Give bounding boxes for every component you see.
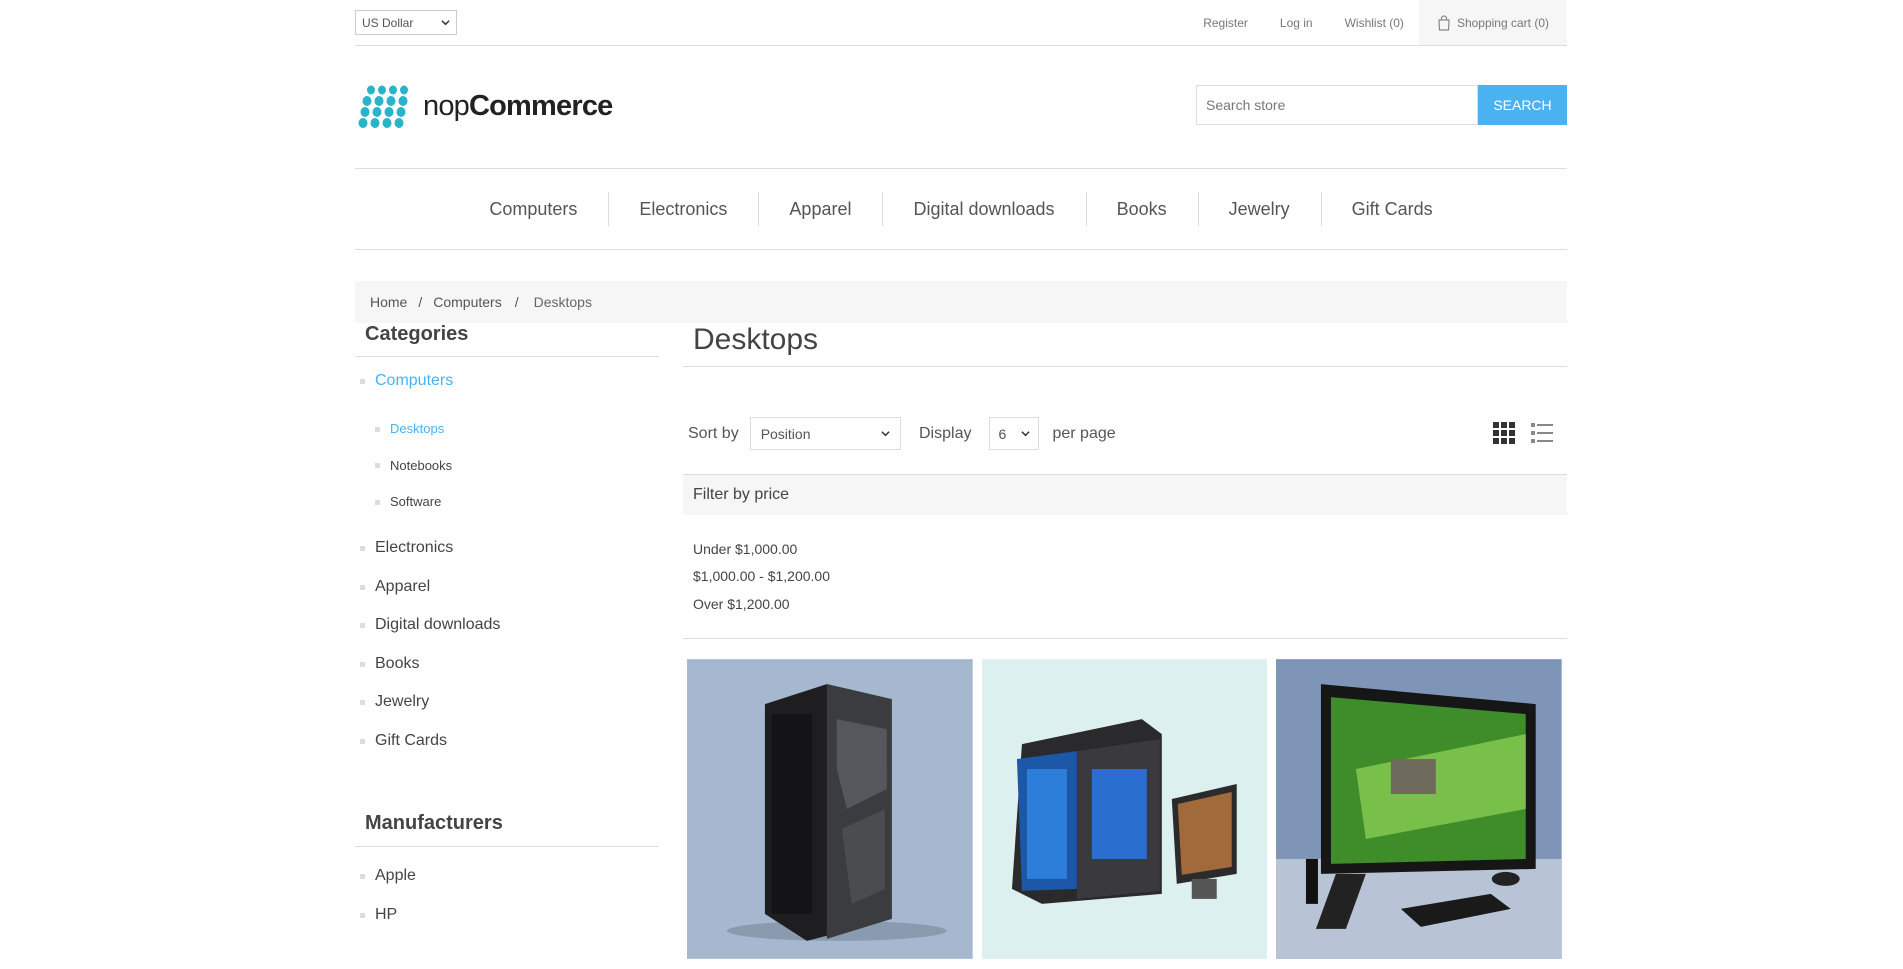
chevron-down-icon (1021, 431, 1031, 437)
header: nopCommerce Search store Search (355, 46, 1567, 168)
sort-by-value: Position (760, 425, 811, 442)
price-range-item[interactable]: Over $1,200.00 (693, 590, 1557, 618)
page-size-select[interactable]: 6 (989, 417, 1040, 450)
manufacturers-title: Manufacturers (355, 760, 659, 847)
manufacturers-list: Apple HP (355, 847, 659, 934)
manufacturer-item-apple[interactable]: Apple (355, 857, 659, 896)
server-tower-image (687, 658, 973, 959)
product-image[interactable] (1276, 658, 1563, 959)
price-range-item[interactable]: Under $1,000.00 (693, 535, 1557, 563)
page-title: Desktops (683, 323, 1567, 367)
menu-item-electronics[interactable]: Electronics (608, 191, 758, 226)
categories-list: Computers (355, 357, 659, 401)
logo-text: nopCommerce (423, 90, 613, 123)
sort-by-control: Sort by Position (688, 417, 901, 450)
categories-title: Categories (355, 323, 659, 357)
shopping-bag-icon (1438, 14, 1450, 31)
per-page-label: per page (1052, 424, 1116, 442)
logo-text-bold: Commerce (469, 89, 613, 122)
category-item-electronics[interactable]: Electronics (355, 529, 659, 568)
gaming-desktop-image (981, 658, 1268, 959)
category-item-books[interactable]: Books (355, 645, 659, 684)
category-item-gift-cards[interactable]: Gift Cards (355, 722, 659, 761)
menu-item-computers[interactable]: Computers (458, 199, 608, 220)
manufacturer-item-hp[interactable]: HP (355, 896, 659, 935)
logo-text-light: nop (423, 89, 470, 122)
menu-item-books[interactable]: Books (1085, 191, 1198, 226)
menu-item-gift-cards[interactable]: Gift Cards (1320, 191, 1464, 226)
product-grid (683, 639, 1567, 959)
login-link[interactable]: Log in (1280, 16, 1313, 30)
price-range-item[interactable]: $1,000.00 - $1,200.00 (693, 563, 1557, 591)
all-in-one-pc-image (1276, 658, 1563, 959)
category-item-digital-downloads[interactable]: Digital downloads (355, 606, 659, 645)
product-image[interactable] (687, 658, 973, 959)
category-item-computers[interactable]: Computers (355, 362, 659, 401)
display-label: Display (919, 424, 972, 442)
register-link[interactable]: Register (1203, 16, 1248, 30)
product-selectors: Sort by Position Display 6 per page (683, 367, 1567, 474)
price-range-list: Under $1,000.00 $1,000.00 - $1,200.00 Ov… (683, 515, 1567, 639)
main-content: Desktops Sort by Position Display 6 per … (683, 323, 1567, 959)
list-view-icon[interactable] (1531, 422, 1553, 444)
breadcrumb: Home / Computers / Desktops (355, 281, 1567, 323)
page-size-control: Display 6 per page (919, 417, 1116, 450)
top-menu: Computers Electronics Apparel Digital do… (355, 168, 1567, 250)
categories-list-rest: Electronics Apparel Digital downloads Bo… (355, 529, 659, 760)
breadcrumb-separator: / (514, 294, 519, 310)
subcategory-item-desktops[interactable]: Desktops (355, 411, 659, 448)
shopping-cart-label: Shopping cart (0) (1456, 15, 1549, 30)
search-input[interactable]: Search store (1196, 85, 1478, 125)
breadcrumb-separator: / (418, 294, 423, 310)
sidebar: Categories Computers Desktops Notebooks … (355, 323, 659, 934)
product-image[interactable] (981, 658, 1268, 959)
page-size-value: 6 (998, 425, 1007, 442)
category-item-jewelry[interactable]: Jewelry (355, 683, 659, 722)
logo-dots-icon (358, 85, 408, 128)
subcategory-item-notebooks[interactable]: Notebooks (355, 447, 659, 484)
sort-by-label: Sort by (688, 424, 739, 442)
currency-selector[interactable]: US Dollar (355, 10, 457, 35)
search-box: Search store Search (1196, 85, 1567, 125)
category-item-apparel[interactable]: Apparel (355, 568, 659, 607)
price-filter-title: Filter by price (683, 474, 1567, 515)
currency-value: US Dollar (362, 15, 414, 30)
subcategories-list: Desktops Notebooks Software (355, 401, 659, 530)
breadcrumb-home[interactable]: Home (370, 294, 407, 310)
breadcrumb-computers[interactable]: Computers (433, 294, 501, 310)
sort-by-select[interactable]: Position (749, 417, 901, 450)
menu-item-jewelry[interactable]: Jewelry (1197, 191, 1321, 226)
subcategory-item-software[interactable]: Software (355, 484, 659, 521)
grid-view-icon[interactable] (1493, 422, 1515, 444)
shopping-cart-link[interactable]: Shopping cart (0) (1418, 0, 1567, 45)
header-links: Register Log in Wishlist (0) Shopping ca… (1203, 0, 1567, 45)
store-logo[interactable]: nopCommerce (357, 84, 613, 128)
chevron-down-icon (881, 431, 890, 437)
menu-item-apparel[interactable]: Apparel (758, 191, 882, 226)
menu-item-digital-downloads[interactable]: Digital downloads (882, 191, 1085, 226)
wishlist-link[interactable]: Wishlist (0) (1345, 16, 1404, 30)
search-button[interactable]: Search (1478, 85, 1567, 125)
header-links-bar: US Dollar Register Log in Wishlist (0) S… (355, 0, 1567, 46)
breadcrumb-current: Desktops (533, 294, 592, 310)
chevron-down-icon (441, 20, 450, 26)
